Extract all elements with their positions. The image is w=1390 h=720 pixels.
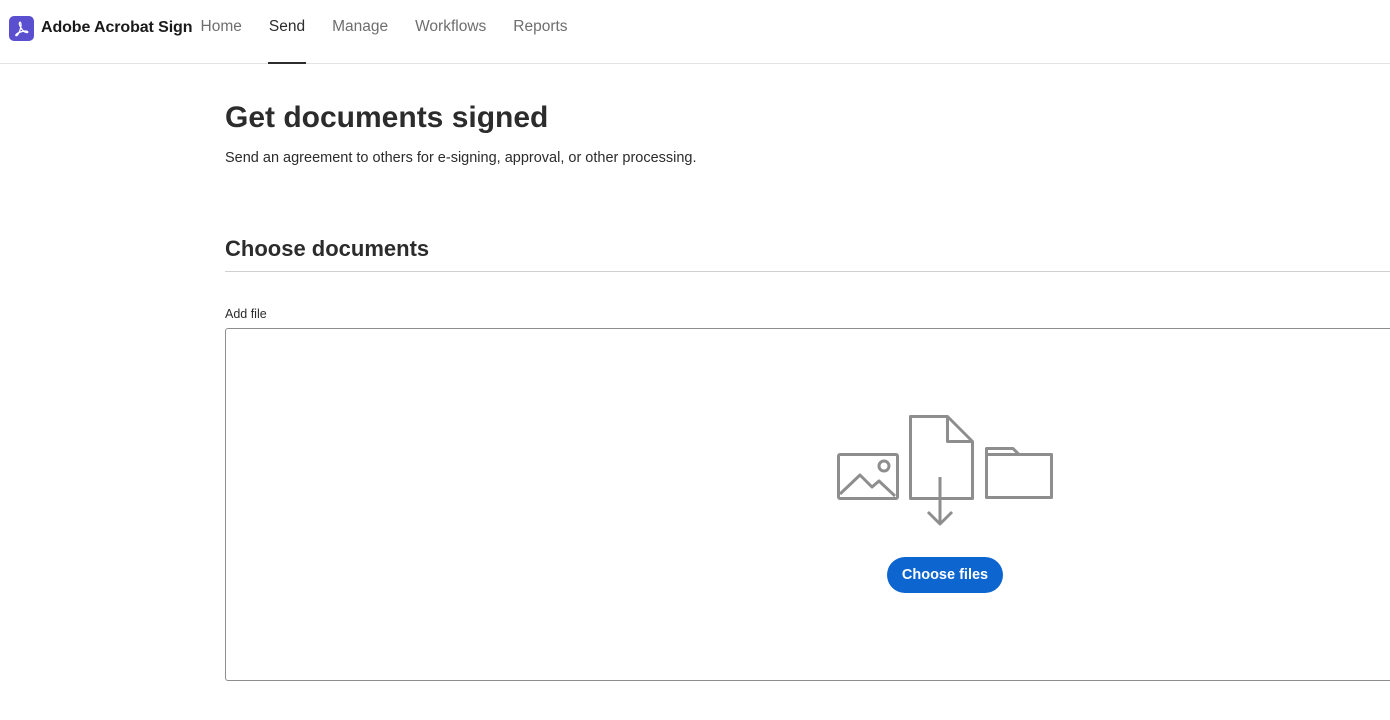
folder-icon	[985, 447, 1053, 499]
page-subtitle: Send an agreement to others for e-signin…	[225, 150, 697, 166]
main-nav: Home Send Manage Workflows Reports	[187, 0, 581, 64]
tab-manage[interactable]: Manage	[319, 0, 402, 64]
dropzone-illustration	[837, 415, 1053, 526]
page-title: Get documents signed	[225, 101, 549, 134]
acrobat-logo-icon	[9, 15, 34, 41]
app-title: Adobe Acrobat Sign	[41, 19, 193, 36]
section-title-choose-documents: Choose documents	[225, 236, 430, 261]
file-dropzone[interactable]: Choose files	[225, 328, 1390, 681]
choose-files-button[interactable]: Choose files	[887, 557, 1003, 593]
tab-send[interactable]: Send	[255, 0, 318, 64]
section-divider	[225, 271, 1390, 272]
tab-home[interactable]: Home	[187, 0, 255, 64]
image-icon	[837, 453, 899, 500]
tab-reports[interactable]: Reports	[500, 0, 581, 64]
add-file-label: Add file	[225, 307, 267, 321]
brand[interactable]: Adobe Acrobat Sign	[9, 15, 192, 41]
file-download-icon	[909, 415, 974, 526]
tab-workflows[interactable]: Workflows	[402, 0, 500, 64]
top-navigation-bar: Adobe Acrobat Sign Home Send Manage Work…	[0, 0, 1390, 64]
